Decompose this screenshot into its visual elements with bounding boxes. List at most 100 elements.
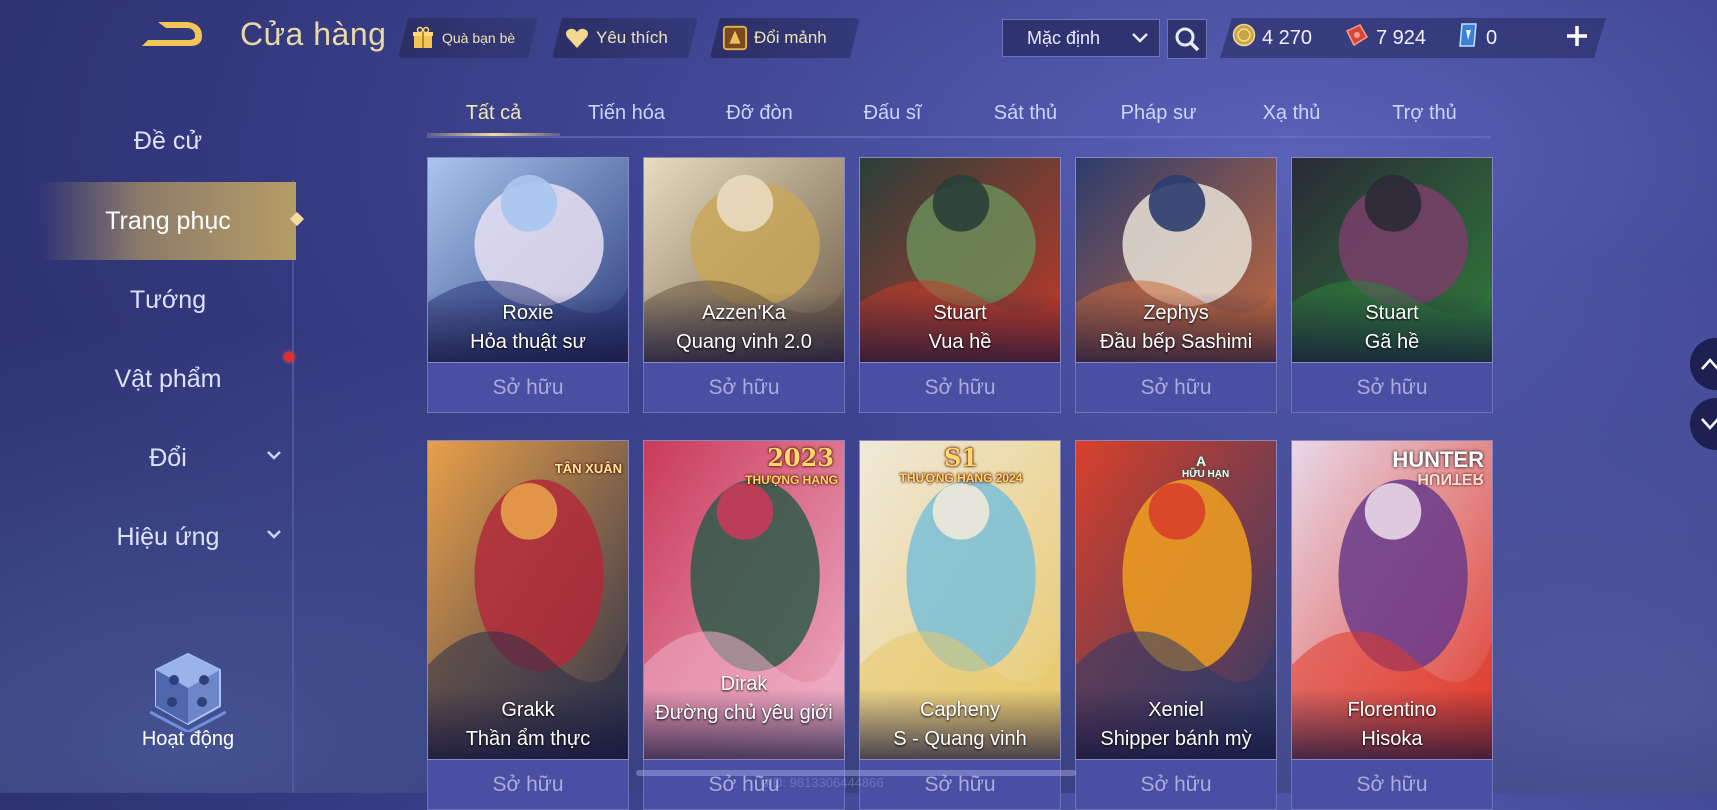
favorites-button[interactable]: Yêu thích bbox=[552, 18, 698, 58]
sidebar-item-items[interactable]: Vật phẩm bbox=[40, 340, 296, 418]
ruby-amount: 7 924 bbox=[1376, 26, 1427, 49]
tab-tank[interactable]: Đỡ đòn bbox=[693, 92, 826, 134]
hero-name: Grakk bbox=[501, 699, 555, 721]
tab-label: Sát thủ bbox=[993, 101, 1058, 124]
sidebar-item-exchange[interactable]: Đổi bbox=[40, 419, 296, 497]
page-title: Cửa hàng bbox=[240, 16, 387, 52]
tab-label: Xạ thủ bbox=[1262, 101, 1321, 124]
back-button[interactable] bbox=[138, 16, 210, 56]
sort-select[interactable]: Mặc định bbox=[1002, 19, 1160, 57]
skin-card[interactable]: TÂN XUÂN Grakk Thần ẩm thực Sở hữu bbox=[427, 440, 629, 810]
top-bar: Cửa hàng Quà bạn bè Yêu thích Đổi mảnh M… bbox=[0, 0, 1717, 78]
hero-name: Azzen'Ka bbox=[702, 302, 786, 324]
gold-amount: 4 270 bbox=[1262, 26, 1313, 49]
search-icon bbox=[1175, 27, 1200, 52]
sidebar-item-recommended[interactable]: Đề cử bbox=[40, 102, 296, 180]
skin-card-art: Azzen'Ka Quang vinh 2.0 bbox=[643, 157, 845, 363]
hero-name: Capheny bbox=[919, 699, 1001, 721]
skin-card-art: Stuart Gã hề bbox=[1291, 157, 1493, 363]
tab-label: Đỡ đòn bbox=[726, 101, 793, 124]
collab-logo-reflection: HUNTER bbox=[1417, 470, 1484, 487]
artwork-head bbox=[1364, 175, 1422, 232]
voucher-currency: 0 bbox=[1456, 18, 1497, 58]
artwork-head bbox=[1364, 483, 1422, 540]
skin-card[interactable]: Stuart Vua hề Sở hữu bbox=[859, 157, 1061, 414]
ruby-currency: 7 924 bbox=[1344, 18, 1426, 58]
skin-card[interactable]: HUNTER HUNTER Florentino Hisoka Sở hữu bbox=[1291, 440, 1493, 810]
friend-gift-label: Quà bạn bè bbox=[442, 30, 516, 46]
add-currency-button[interactable] bbox=[1560, 20, 1594, 54]
chevron-down-icon bbox=[266, 528, 282, 546]
event-label: Hoạt động bbox=[141, 728, 235, 750]
skin-card[interactable]: Stuart Gã hề Sở hữu bbox=[1291, 157, 1493, 414]
skin-name: Đầu bếp Sashimi bbox=[1099, 331, 1253, 353]
tab-support[interactable]: Trợ thủ bbox=[1358, 92, 1491, 134]
skin-card-art: HUNTER HUNTER Florentino Hisoka bbox=[1291, 440, 1493, 760]
sidebar-item-outfits[interactable]: Trang phục bbox=[40, 182, 305, 260]
tab-evolution[interactable]: Tiến hóa bbox=[560, 92, 693, 134]
skin-card-art: S1 THƯỢNG HẠNG 2024 Capheny S - Quang vi… bbox=[859, 440, 1061, 760]
artwork-head bbox=[932, 483, 990, 540]
plus-icon bbox=[1565, 18, 1589, 57]
event-cube-icon bbox=[149, 652, 227, 734]
hero-name: Florentino bbox=[1347, 699, 1437, 721]
tab-label: Đấu sĩ bbox=[863, 101, 922, 124]
hero-name: Stuart bbox=[1365, 302, 1419, 324]
exchange-fragments-label: Đổi mảnh bbox=[754, 28, 827, 47]
hero-name: Zephys bbox=[1143, 302, 1209, 324]
skin-name: Thần ẩm thực bbox=[465, 728, 591, 750]
tab-all[interactable]: Tất cả bbox=[427, 92, 560, 136]
owned-status: Sở hữu bbox=[1075, 760, 1277, 810]
rank-badge-label: THƯỢNG HẠNG 2024 bbox=[899, 471, 1023, 485]
sidebar-item-label: Hiệu ứng bbox=[116, 522, 220, 551]
category-tabs: Tất cả Tiến hóa Đỡ đòn Đấu sĩ Sát thủ Ph… bbox=[427, 92, 1491, 138]
uid-watermark: UID: 9813306444866 bbox=[760, 775, 884, 790]
skin-name: Shipper bánh mỳ bbox=[1100, 728, 1252, 750]
fragment-icon bbox=[722, 25, 748, 51]
skin-name: Hisoka bbox=[1361, 728, 1423, 750]
event-badge: TÂN XUÂN bbox=[554, 461, 622, 476]
artwork-head bbox=[500, 175, 558, 232]
skin-name: Hỏa thuật sư bbox=[470, 331, 586, 353]
tab-label: Pháp sư bbox=[1120, 101, 1197, 124]
tab-fighter[interactable]: Đấu sĩ bbox=[826, 92, 959, 134]
sidebar-item-effects[interactable]: Hiệu ứng bbox=[40, 498, 296, 576]
tab-mage[interactable]: Pháp sư bbox=[1092, 92, 1225, 134]
search-button[interactable] bbox=[1167, 19, 1207, 59]
tab-label: Tiến hóa bbox=[587, 101, 666, 124]
skin-card[interactable]: Roxie Hỏa thuật sư Sở hữu bbox=[427, 157, 629, 414]
exchange-fragments-button[interactable]: Đổi mảnh bbox=[710, 18, 860, 58]
artwork-head bbox=[1148, 483, 1206, 540]
skin-card-art: 2023 THƯỢNG HẠNG Dirak Đường chủ yêu giớ… bbox=[643, 440, 845, 760]
back-arrow-icon bbox=[142, 22, 202, 46]
skin-card[interactable]: S1 THƯỢNG HẠNG 2024 Capheny S - Quang vi… bbox=[859, 440, 1061, 810]
skin-name: S - Quang vinh bbox=[893, 728, 1027, 750]
skin-card-art: TÂN XUÂN Grakk Thần ẩm thực bbox=[427, 440, 629, 760]
event-button[interactable]: Hoạt động bbox=[128, 650, 248, 760]
chevron-down-icon bbox=[1131, 28, 1149, 49]
owned-status: Sở hữu bbox=[1291, 363, 1493, 413]
owned-status: Sở hữu bbox=[1075, 363, 1277, 413]
rank-season-badge: S1 bbox=[943, 443, 979, 472]
tab-assassin[interactable]: Sát thủ bbox=[959, 92, 1092, 134]
skin-card-art: Zephys Đầu bếp Sashimi bbox=[1075, 157, 1277, 363]
tab-marksman[interactable]: Xạ thủ bbox=[1225, 92, 1358, 134]
owned-status: Sở hữu bbox=[859, 363, 1061, 413]
skin-card-art: Roxie Hỏa thuật sư bbox=[427, 157, 629, 363]
blue-voucher-icon bbox=[1456, 22, 1480, 54]
sidebar-item-heroes[interactable]: Tướng bbox=[40, 261, 296, 339]
hero-name: Stuart bbox=[933, 302, 987, 324]
skin-card[interactable]: Zephys Đầu bếp Sashimi Sở hữu bbox=[1075, 157, 1277, 414]
chevron-down-icon bbox=[1701, 418, 1717, 430]
owned-status: Sở hữu bbox=[643, 363, 845, 413]
friend-gift-button[interactable]: Quà bạn bè bbox=[398, 18, 538, 58]
skin-name: Đường chủ yêu giới bbox=[655, 702, 833, 724]
favorites-label: Yêu thích bbox=[596, 28, 668, 47]
skin-card[interactable]: A HỮU HẠN Xeniel Shipper bánh mỳ Sở hữu bbox=[1075, 440, 1277, 810]
owned-status: Sở hữu bbox=[427, 363, 629, 413]
skin-card-art: A HỮU HẠN Xeniel Shipper bánh mỳ bbox=[1075, 440, 1277, 760]
skin-card[interactable]: 2023 THƯỢNG HẠNG Dirak Đường chủ yêu giớ… bbox=[643, 440, 845, 810]
skin-card[interactable]: Azzen'Ka Quang vinh 2.0 Sở hữu bbox=[643, 157, 845, 414]
artwork-head bbox=[1148, 175, 1206, 232]
limited-badge-label: HỮU HẠN bbox=[1182, 469, 1230, 480]
